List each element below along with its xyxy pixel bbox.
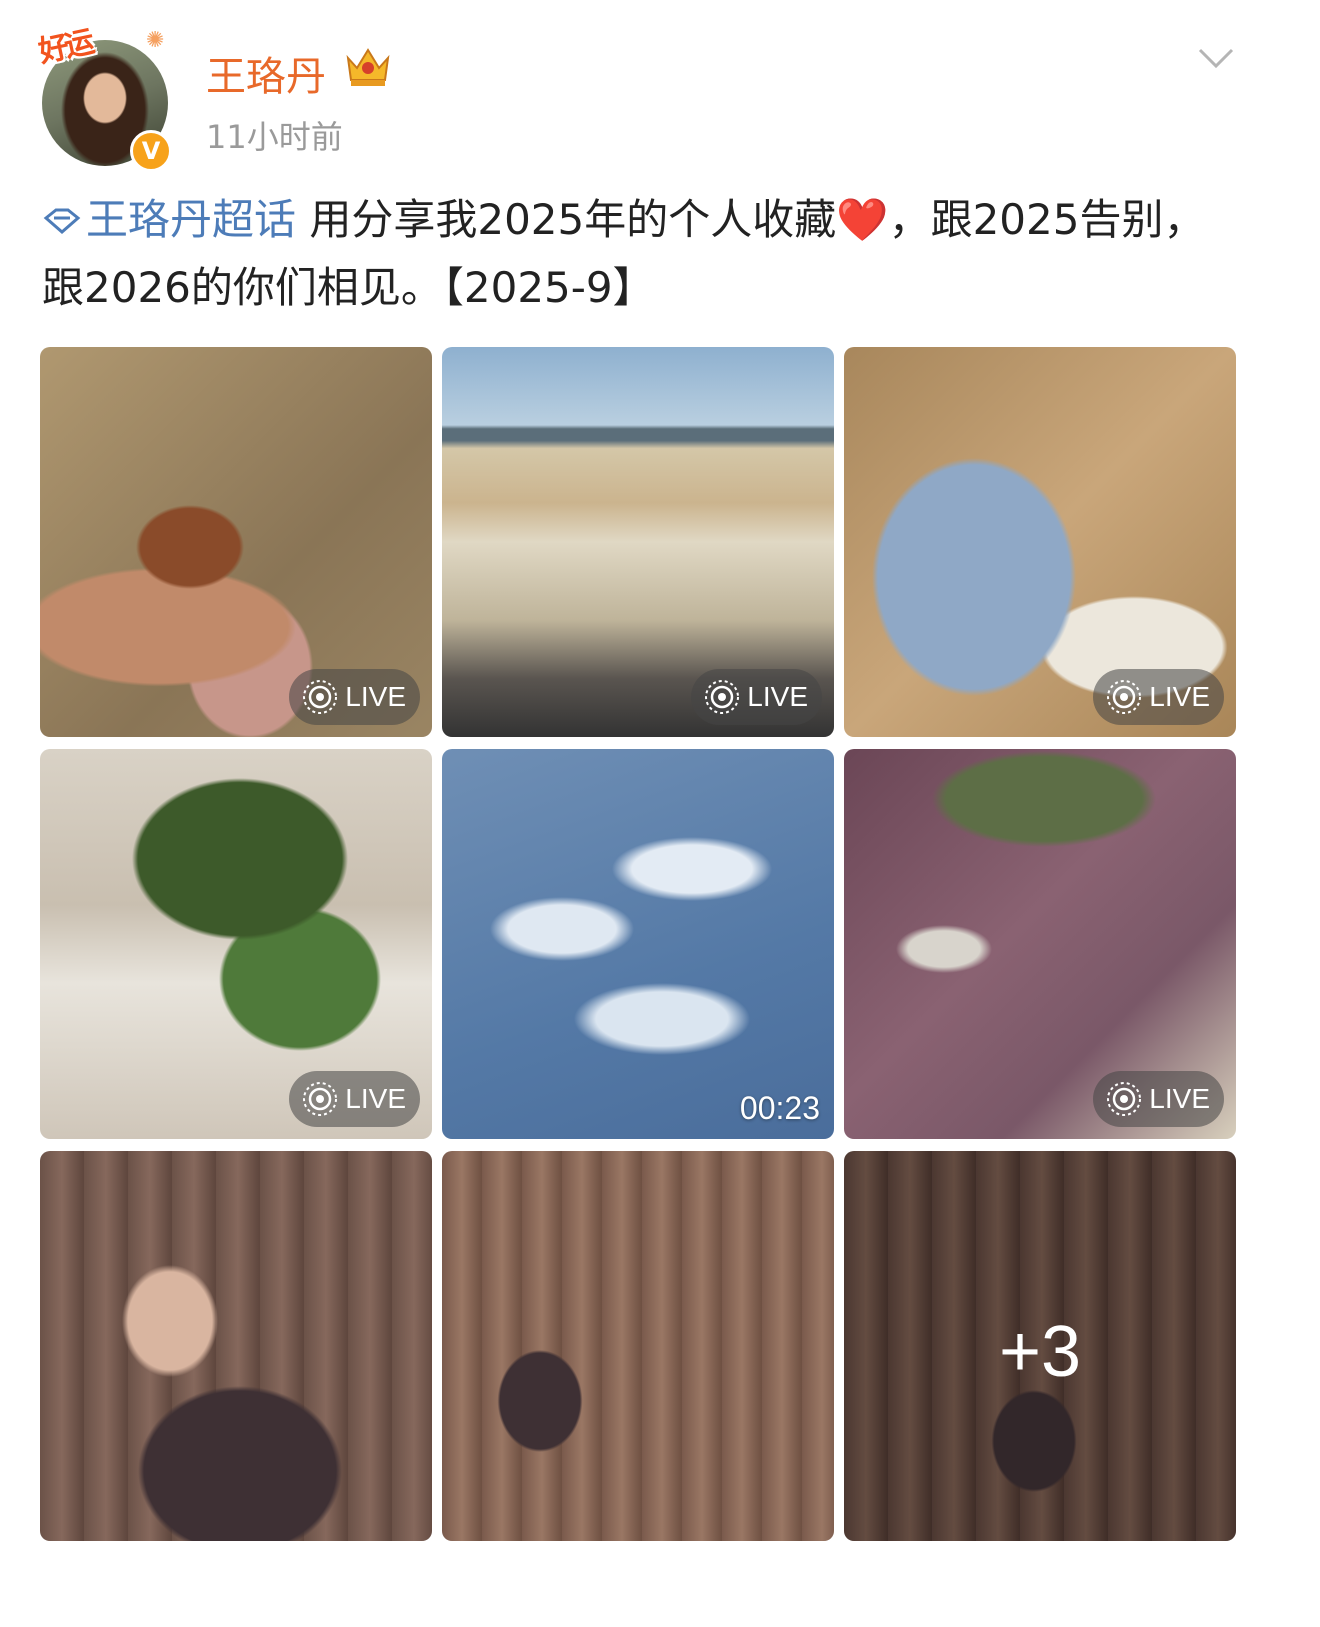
live-badge: LIVE <box>1093 669 1224 725</box>
live-badge: LIVE <box>691 669 822 725</box>
live-badge: LIVE <box>1093 1071 1224 1127</box>
live-label: LIVE <box>345 681 406 712</box>
verified-badge: V <box>130 130 172 172</box>
more-photos-count: +3 <box>998 1312 1082 1392</box>
live-label: LIVE <box>1149 681 1210 712</box>
live-label: LIVE <box>345 1083 406 1114</box>
live-photo-icon <box>705 680 740 714</box>
crown-icon <box>346 48 390 86</box>
live-photo-icon <box>1107 680 1142 714</box>
live-badge: LIVE <box>289 1071 420 1127</box>
live-photo-icon <box>303 1082 338 1116</box>
sparkle-icon: ✺ <box>146 28 165 53</box>
user-name[interactable]: 王珞丹 <box>206 44 326 102</box>
topic-label: 王珞丹超话 <box>86 195 297 244</box>
chevron-down-icon[interactable] <box>1196 44 1236 72</box>
post-text-part1: 用分享我2025年的个人收藏 <box>296 195 837 244</box>
photo-tile-3[interactable]: LIVE <box>844 347 1236 737</box>
photo-tile-1[interactable]: LIVE <box>40 347 432 737</box>
media-grid: LIVE LIVE LIVE LIVE 00:23 LIVE +3 <box>40 347 1236 1541</box>
photo-tile-9[interactable]: +3 <box>844 1151 1236 1541</box>
photo-tile-8[interactable] <box>442 1151 834 1541</box>
photo-tile-4[interactable]: LIVE <box>40 749 432 1139</box>
photo-tile-6[interactable]: LIVE <box>844 749 1236 1139</box>
video-duration: 00:23 <box>739 1090 820 1126</box>
heart-emoji: ❤️ <box>836 195 889 244</box>
live-label: LIVE <box>747 681 808 712</box>
diamond-icon <box>43 208 81 234</box>
avatar[interactable]: 好运 ✺ V <box>36 25 172 172</box>
post-time: 11小时前 <box>206 118 343 156</box>
post-text: 王珞丹超话 用分享我2025年的个人收藏❤️，跟2025告别，跟2026的你们相… <box>42 186 1242 322</box>
live-photo-icon <box>303 680 338 714</box>
photo-tile-2[interactable]: LIVE <box>442 347 834 737</box>
video-tile[interactable]: 00:23 <box>442 749 834 1139</box>
live-label: LIVE <box>1149 1083 1210 1114</box>
live-badge: LIVE <box>289 669 420 725</box>
topic-link[interactable]: 王珞丹超话 <box>42 195 296 244</box>
photo-tile-7[interactable] <box>40 1151 432 1541</box>
live-photo-icon <box>1107 1082 1142 1116</box>
